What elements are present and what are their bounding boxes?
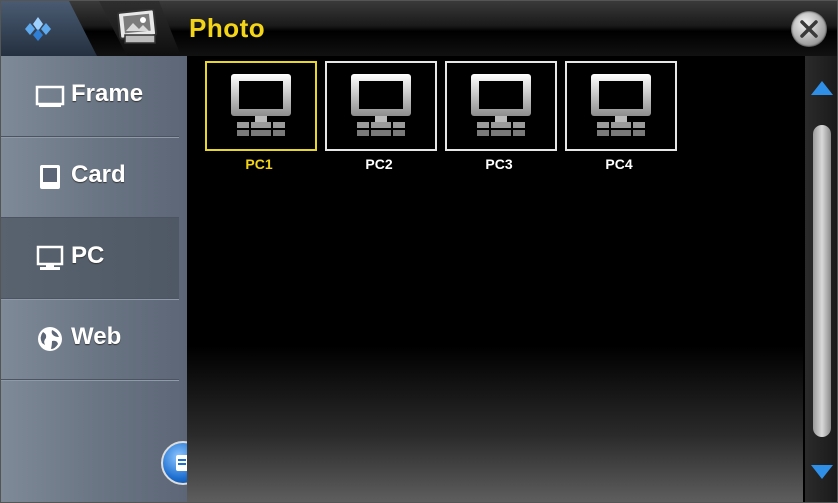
- sidebar-item-pc[interactable]: PC: [1, 218, 179, 299]
- card-icon: [40, 165, 60, 189]
- sidebar-item-label: Web: [71, 323, 122, 350]
- computer-icon: [351, 74, 411, 136]
- title-bar: Photo: [1, 1, 837, 56]
- thumbnail-label: PC1: [245, 156, 273, 172]
- close-icon: [800, 20, 818, 38]
- sidebar-item-web[interactable]: Web: [1, 299, 179, 380]
- home-diamond-icon: [25, 17, 51, 41]
- thumbnail-label: PC4: [605, 156, 633, 172]
- sidebar-item-label: PC: [71, 242, 105, 269]
- computer-icon: [591, 74, 651, 136]
- globe-icon: [38, 327, 62, 351]
- pc-icon: [36, 245, 64, 270]
- page-title: Photo: [189, 13, 266, 43]
- pc-thumbnail-3[interactable]: [445, 61, 557, 151]
- pc-thumbnail-2[interactable]: [325, 61, 437, 151]
- home-button[interactable]: [1, 1, 97, 56]
- scroll-down-arrow-icon[interactable]: [809, 463, 835, 481]
- app-window: Photo Frame Card PC Web PC1 PC2 PC3 PC4: [0, 0, 838, 503]
- close-button[interactable]: [791, 11, 827, 47]
- scroll-up-arrow-icon[interactable]: [809, 79, 835, 97]
- computer-icon: [231, 74, 291, 136]
- pc-thumbnail-4[interactable]: [565, 61, 677, 151]
- thumbnail-label: PC2: [365, 156, 393, 172]
- sidebar-item-label: Frame: [71, 80, 144, 107]
- sidebar-item-label: Card: [71, 161, 126, 188]
- content-area: PC1 PC2 PC3 PC4: [187, 56, 803, 502]
- pc-thumbnail-1[interactable]: [205, 61, 317, 151]
- sidebar: Frame Card PC Web: [1, 56, 187, 502]
- thumbnail-label: PC3: [485, 156, 513, 172]
- computer-icon: [471, 74, 531, 136]
- sidebar-item-card[interactable]: Card: [1, 137, 179, 218]
- frame-icon: [35, 85, 65, 107]
- photo-icon: [116, 9, 158, 44]
- scrollbar-thumb[interactable]: [813, 125, 831, 437]
- sidebar-item-frame[interactable]: Frame: [1, 56, 179, 137]
